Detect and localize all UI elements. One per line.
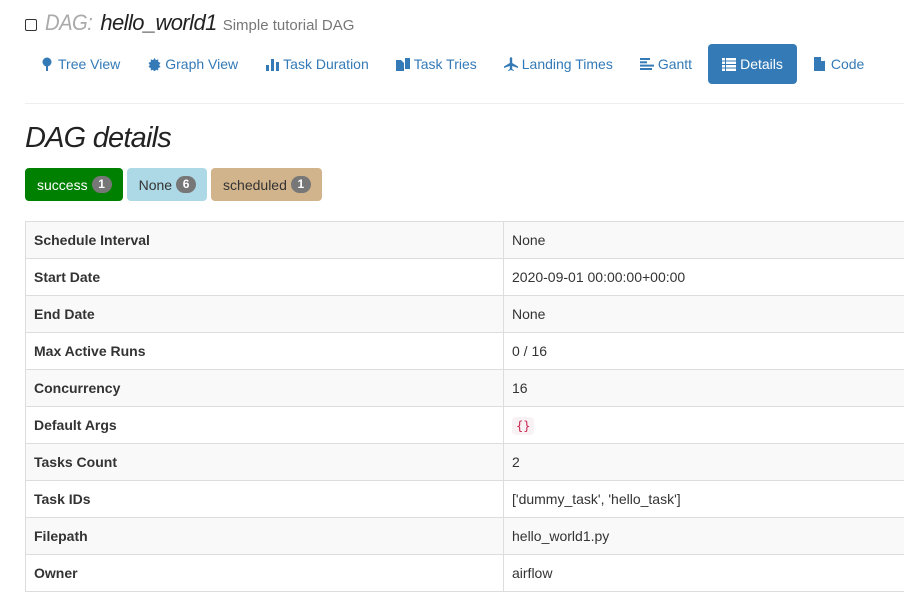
state-label: None — [138, 176, 173, 193]
state-none-button[interactable]: None 6 — [126, 168, 208, 201]
table-row: Default Args {} — [25, 406, 904, 444]
state-success-button[interactable]: success 1 — [25, 168, 123, 201]
dag-view-nav: Tree View Graph View Task Duration Task … — [29, 44, 880, 84]
table-row: Owner airflow — [25, 554, 904, 592]
nav-gantt[interactable]: Gantt — [629, 44, 703, 84]
state-count-badge: 1 — [91, 176, 112, 193]
pause-toggle-checkbox[interactable] — [25, 19, 37, 31]
detail-value: hello_world1.py — [503, 517, 904, 555]
table-row: Task IDs ['dummy_task', 'hello_task'] — [25, 480, 904, 518]
nav-label: Code — [830, 56, 865, 72]
detail-value-cell: {} — [503, 406, 904, 444]
table-row: End Date None — [25, 295, 904, 333]
certificate-icon — [147, 57, 161, 71]
detail-value: 16 — [503, 369, 904, 407]
detail-value: 2020-09-01 00:00:00+00:00 — [503, 258, 904, 296]
task-state-summary: success 1 None 6 scheduled 1 — [25, 168, 326, 201]
detail-key: Max Active Runs — [25, 332, 504, 370]
detail-value: None — [503, 221, 904, 259]
dag-description: Simple tutorial DAG — [222, 17, 355, 34]
detail-value: 2 — [503, 443, 904, 481]
state-scheduled-button[interactable]: scheduled 1 — [211, 168, 322, 201]
header-divider — [25, 103, 904, 104]
detail-key: Concurrency — [25, 369, 504, 407]
nav-tree-view[interactable]: Tree View — [29, 44, 131, 84]
nav-label: Details — [740, 56, 783, 72]
detail-key: End Date — [25, 295, 504, 333]
nav-graph-view[interactable]: Graph View — [136, 44, 249, 84]
detail-key: Owner — [25, 554, 504, 592]
nav-label: Graph View — [165, 56, 239, 72]
table-row: Filepath hello_world1.py — [25, 517, 904, 555]
dag-details-table: Schedule Interval None Start Date 2020-0… — [25, 221, 904, 592]
nav-label: Task Duration — [283, 56, 369, 72]
state-count-badge: 6 — [176, 176, 197, 193]
tree-icon — [40, 57, 54, 71]
nav-task-tries[interactable]: Task Tries — [385, 44, 488, 84]
section-title: DAG details — [25, 122, 172, 154]
table-row: Schedule Interval None — [25, 221, 904, 259]
state-label: success — [37, 176, 88, 193]
detail-key: Schedule Interval — [25, 221, 504, 259]
detail-key: Tasks Count — [25, 443, 504, 481]
table-row: Start Date 2020-09-01 00:00:00+00:00 — [25, 258, 904, 296]
plane-icon — [503, 57, 518, 71]
nav-label: Tree View — [58, 56, 121, 72]
detail-key: Default Args — [25, 406, 504, 444]
align-left-icon — [639, 57, 654, 71]
detail-value: airflow — [503, 554, 904, 592]
duplicate-icon — [395, 57, 410, 71]
dag-prefix: DAG: — [45, 10, 93, 35]
nav-task-duration[interactable]: Task Duration — [254, 44, 380, 84]
file-icon — [813, 57, 827, 71]
state-label: scheduled — [223, 176, 287, 193]
nav-label: Gantt — [657, 56, 693, 72]
detail-value: 0 / 16 — [503, 332, 904, 370]
nav-code[interactable]: Code — [802, 44, 875, 84]
detail-value: ['dummy_task', 'hello_task'] — [503, 480, 904, 518]
dag-id: hello_world1 — [100, 10, 217, 35]
table-row: Max Active Runs 0 / 16 — [25, 332, 904, 370]
table-row: Concurrency 16 — [25, 369, 904, 407]
nav-details[interactable]: Details — [708, 44, 797, 84]
detail-key: Task IDs — [25, 480, 504, 518]
list-icon — [722, 57, 737, 71]
table-row: Tasks Count 2 — [25, 443, 904, 481]
detail-value: None — [503, 295, 904, 333]
page-header: DAG: hello_world1 Simple tutorial DAG — [25, 10, 354, 36]
detail-key: Filepath — [25, 517, 504, 555]
nav-landing-times[interactable]: Landing Times — [493, 44, 624, 84]
stats-icon — [265, 57, 279, 71]
nav-label: Task Tries — [413, 56, 477, 72]
nav-label: Landing Times — [521, 56, 613, 72]
default-args-code: {} — [512, 417, 535, 435]
detail-key: Start Date — [25, 258, 504, 296]
state-count-badge: 1 — [290, 176, 311, 193]
